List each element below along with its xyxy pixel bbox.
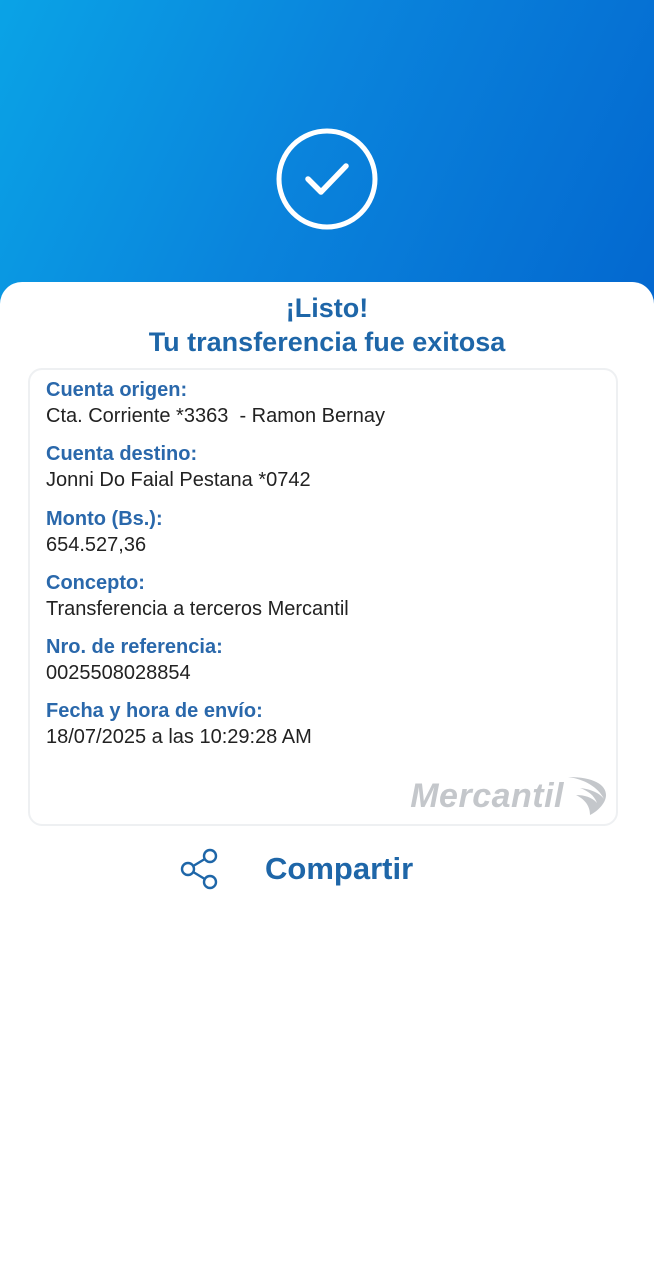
transfer-details-card: Cuenta origen: Cta. Corriente *3363 - Ra… (28, 368, 618, 826)
check-circle-icon (276, 128, 378, 230)
field-label: Concepto: (46, 572, 145, 594)
field-label: Nro. de referencia: (46, 636, 223, 658)
field-cuenta-destino: Cuenta destino: Jonni Do Faial Pestana *… (46, 441, 311, 493)
field-value: 0025508028854 (46, 662, 191, 684)
field-value: 654.527,36 (46, 534, 147, 556)
field-label: Fecha y hora de envío: (46, 700, 263, 722)
logo-wordmark: Mercantil (410, 776, 564, 815)
field-cuenta-origen: Cuenta origen: Cta. Corriente *3363 - Ra… (46, 377, 385, 429)
field-fecha: Fecha y hora de envío: 18/07/2025 a las … (46, 698, 312, 750)
field-value: Jonni Do Faial Pestana *0742 (46, 469, 311, 491)
field-value: Transferencia a terceros Mercantil (46, 598, 349, 620)
share-label: Compartir (265, 851, 414, 886)
mercantil-logo: Mercantil (410, 772, 608, 820)
field-label: Monto (Bs.): (46, 508, 163, 530)
field-label: Cuenta destino: (46, 443, 198, 465)
field-monto: Monto (Bs.): 654.527,36 (46, 506, 163, 558)
page-title: ¡Listo! Tu transferencia fue exitosa (0, 291, 654, 359)
share-button[interactable]: Compartir (0, 846, 654, 892)
title-line-2: Tu transferencia fue exitosa (148, 327, 506, 357)
field-label: Cuenta origen: (46, 379, 188, 401)
field-concepto: Concepto: Transferencia a terceros Merca… (46, 570, 349, 622)
field-referencia: Nro. de referencia: 0025508028854 (46, 634, 223, 686)
title-line-1: ¡Listo! (285, 293, 369, 323)
field-value: 18/07/2025 a las 10:29:28 AM (46, 726, 312, 748)
mercantil-wing-icon (568, 777, 606, 815)
field-value: Cta. Corriente *3363 - Ramon Bernay (46, 405, 386, 427)
share-icon (180, 848, 218, 890)
success-header (0, 0, 654, 330)
